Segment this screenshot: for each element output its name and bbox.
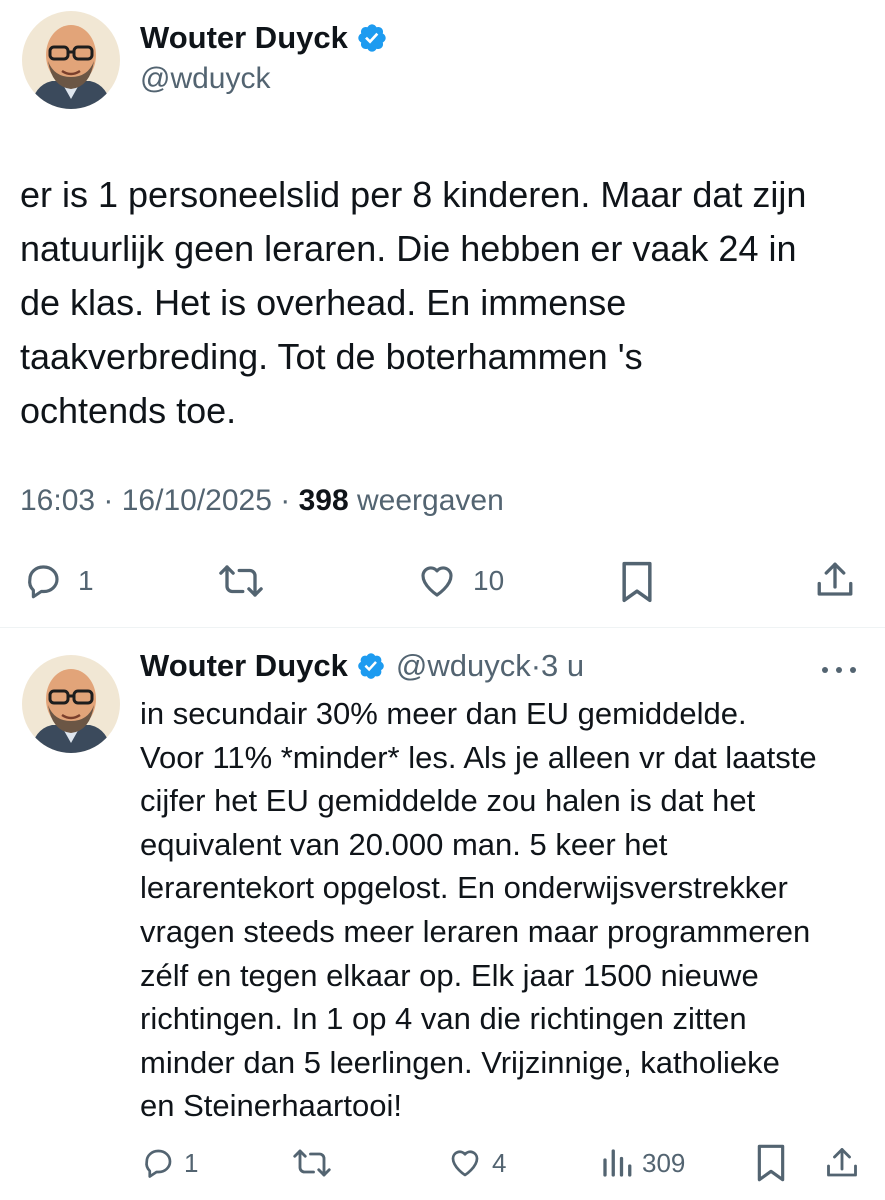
share-icon [817, 562, 853, 596]
tweet-text-line: Voor 11% *minder* les. Als je alleen vr … [140, 739, 817, 775]
like-count: 10 [473, 565, 505, 596]
share-button[interactable] [814, 558, 856, 602]
tweet-text-line: minder dan 5 leerlingen. Vrijzinnige, ka… [140, 1044, 780, 1080]
views-label: weergaven [356, 484, 504, 517]
tweet-text: in secundair 30% meer dan EU gemiddelde.… [140, 692, 875, 1128]
retweet-icon [219, 565, 263, 597]
tweet-text-line: en Steinerhaartooi! [140, 1088, 402, 1124]
author-handle[interactable]: @wduyck [140, 62, 271, 96]
avatar[interactable] [22, 655, 120, 753]
bookmark-button[interactable] [754, 1143, 788, 1183]
retweet-button[interactable] [218, 560, 264, 602]
reply-icon [145, 1149, 172, 1178]
like-button[interactable]: 4 [446, 1145, 506, 1181]
tweet-text-line: vragen steeds meer leraren maar programm… [140, 913, 811, 949]
tweet-text-line: cijfer het EU gemiddelde zou halen is da… [140, 783, 756, 819]
author-name[interactable]: Wouter Duyck [140, 648, 348, 684]
reply-button[interactable]: 1 [140, 1145, 198, 1181]
share-icon [827, 1148, 857, 1177]
divider [0, 627, 885, 628]
tweet-text-line: taakverbreding. Tot de boterhammen 's [20, 336, 643, 377]
tweet-text-line: lerarentekort opgelost. En onderwijsvers… [140, 870, 788, 906]
reply-button[interactable]: 1 [22, 560, 94, 602]
retweet-icon [293, 1149, 331, 1177]
bookmark-button[interactable] [618, 560, 656, 604]
more-button[interactable] [818, 660, 860, 685]
verified-badge-icon [358, 24, 386, 52]
tweet-text-line: richtingen. In 1 op 4 van die richtingen… [140, 1001, 747, 1037]
tweet-text-line: er is 1 personeelslid per 8 kinderen. Ma… [20, 174, 807, 215]
views-icon [603, 1149, 632, 1177]
reply-count: 1 [184, 1147, 199, 1178]
tweet-text-line: in secundair 30% meer dan EU gemiddelde. [140, 696, 747, 731]
share-button[interactable] [824, 1143, 860, 1183]
tweet-time-ago[interactable]: 3 u [541, 648, 584, 684]
tweet-time[interactable]: 16:03 [20, 484, 95, 517]
like-icon [421, 566, 453, 597]
views-count: 309 [642, 1147, 686, 1178]
tweet-text: er is 1 personeelslid per 8 kinderen. Ma… [20, 168, 870, 438]
views-button[interactable]: 309 [600, 1145, 685, 1181]
tweet-date[interactable]: 16/10/2025 [122, 484, 272, 517]
retweet-button[interactable] [292, 1145, 332, 1181]
avatar[interactable] [22, 11, 120, 109]
tweet-text-line: zélf en tegen elkaar op. Elk jaar 1500 n… [140, 957, 759, 993]
like-icon [451, 1150, 479, 1177]
like-button[interactable]: 10 [415, 560, 504, 602]
like-count: 4 [492, 1147, 507, 1178]
tweet-text-line: de klas. Het is overhead. En immense [20, 282, 627, 323]
author-name[interactable]: Wouter Duyck [140, 20, 388, 56]
tweet-meta: 16:03 · 16/10/2025 · 398 weergaven [20, 484, 504, 517]
reply-count: 1 [78, 565, 94, 596]
author-handle[interactable]: @wduyck [396, 648, 531, 684]
bookmark-icon [757, 1144, 785, 1182]
tweet-text-line: natuurlijk geen leraren. Die hebben er v… [20, 228, 797, 269]
tweet-text-line: equivalent van 20.000 man. 5 keer het [140, 826, 668, 862]
tweet-text-line: ochtends toe. [20, 390, 237, 431]
views-count: 398 [298, 484, 349, 517]
reply-icon [28, 565, 59, 599]
verified-badge-icon [358, 653, 384, 679]
more-icon [822, 667, 856, 673]
tweet-header: Wouter Duyck @wduyck · 3 u [140, 648, 585, 684]
bookmark-icon [622, 561, 652, 603]
